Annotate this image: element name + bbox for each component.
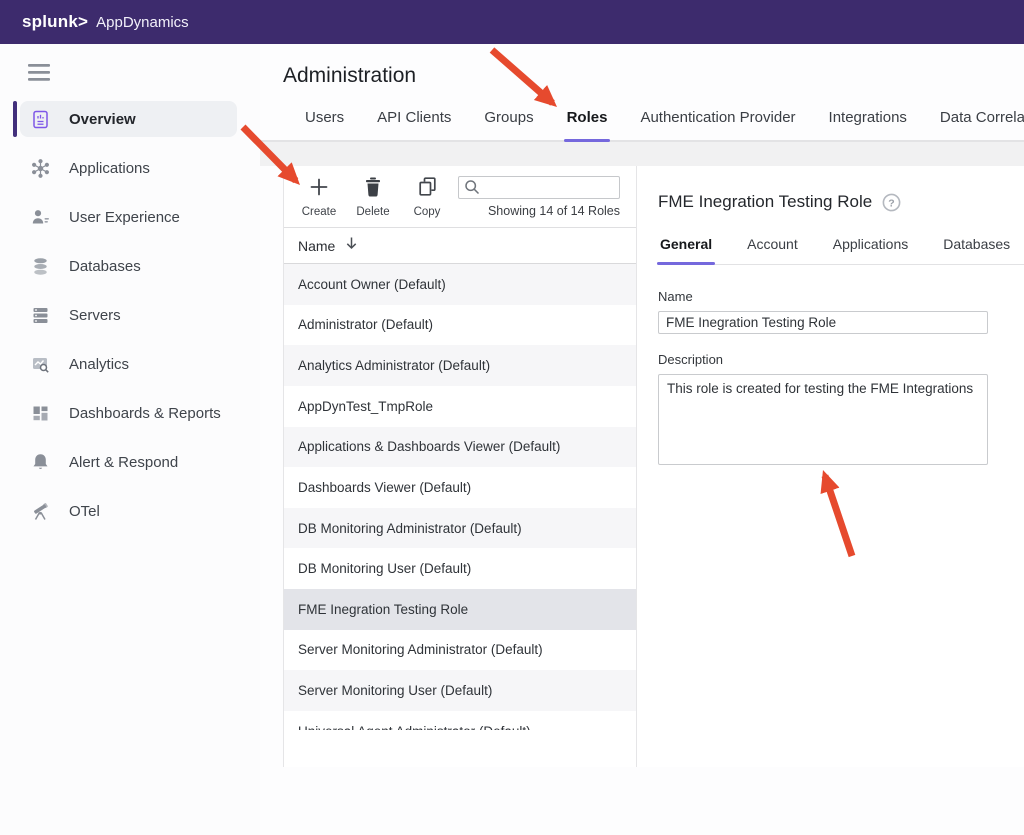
sidebar: Overview Applications User Experience Datab…: [0, 44, 260, 835]
role-row[interactable]: Account Owner (Default): [284, 264, 636, 305]
tab-integrations[interactable]: Integrations: [829, 109, 907, 140]
role-name-input[interactable]: [658, 311, 988, 334]
tab-users[interactable]: Users: [305, 109, 344, 140]
plus-icon: [308, 176, 330, 203]
delete-button-label: Delete: [356, 206, 389, 218]
role-row[interactable]: Server Monitoring Administrator (Default…: [284, 630, 636, 671]
appdynamics-logo-text: AppDynamics: [96, 14, 189, 31]
role-detail-title: FME Inegration Testing Role: [658, 192, 872, 212]
tab-authentication-provider[interactable]: Authentication Provider: [640, 109, 795, 140]
sidebar-item-databases[interactable]: Databases: [20, 248, 237, 284]
role-detail-panel: FME Inegration Testing Role ? General Acc…: [637, 166, 1024, 767]
copy-button[interactable]: Copy: [404, 176, 450, 227]
sidebar-item-label: Applications: [69, 160, 150, 177]
topbar: splunk> AppDynamics: [0, 0, 1024, 44]
dashboards-icon: [30, 403, 51, 424]
page-title: Administration: [283, 62, 1024, 90]
role-row[interactable]: DB Monitoring Administrator (Default): [284, 508, 636, 549]
role-row[interactable]: Server Monitoring User (Default): [284, 670, 636, 711]
admin-tabs: Users API Clients Groups Roles Authenticatio…: [260, 90, 1024, 142]
hamburger-menu-icon[interactable]: [28, 64, 50, 81]
role-row[interactable]: Analytics Administrator (Default): [284, 345, 636, 386]
sidebar-item-label: User Experience: [69, 209, 180, 226]
sidebar-item-label: Alert & Respond: [69, 454, 178, 471]
sort-descending-icon[interactable]: [344, 235, 359, 256]
alert-bell-icon: [30, 452, 51, 473]
role-row[interactable]: DB Monitoring User (Default): [284, 548, 636, 589]
admin-header: Administration: [260, 44, 1024, 90]
sidebar-item-user-experience[interactable]: User Experience: [20, 199, 237, 235]
detail-tab-general[interactable]: General: [660, 236, 712, 264]
sidebar-item-applications[interactable]: Applications: [20, 150, 237, 186]
role-description-textarea[interactable]: This role is created for testing the FME…: [658, 374, 988, 465]
delete-button[interactable]: Delete: [350, 176, 396, 227]
sidebar-item-servers[interactable]: Servers: [20, 297, 237, 333]
name-column-header[interactable]: Name: [284, 228, 636, 264]
otel-telescope-icon: [30, 501, 51, 522]
applications-icon: [30, 158, 51, 179]
roles-list: Account Owner (Default)Administrator (De…: [284, 264, 636, 730]
page: splunk> AppDynamics Overview Applications…: [0, 0, 1024, 835]
svg-text:?: ?: [888, 197, 894, 209]
analytics-icon: [30, 354, 51, 375]
create-button[interactable]: Create: [296, 176, 342, 227]
sidebar-item-label: Servers: [69, 307, 121, 324]
tab-roles[interactable]: Roles: [567, 109, 608, 140]
trash-icon: [363, 176, 383, 203]
databases-icon: [30, 256, 51, 277]
roles-count-text: Showing 14 of 14 Roles: [458, 204, 620, 218]
roles-list-panel: Create Delete Copy: [283, 166, 637, 767]
detail-tab-databases[interactable]: Databases: [943, 236, 1010, 264]
role-row[interactable]: AppDynTest_TmpRole: [284, 386, 636, 427]
roles-search-input[interactable]: [458, 176, 620, 199]
role-general-form: Name Description This role is created fo…: [658, 265, 988, 470]
create-button-label: Create: [302, 206, 337, 218]
role-detail-tabs: General Account Applications Databases: [658, 216, 1024, 265]
role-row[interactable]: Dashboards Viewer (Default): [284, 467, 636, 508]
user-experience-icon: [30, 207, 51, 228]
sidebar-item-label: Dashboards & Reports: [69, 405, 221, 422]
detail-tab-account[interactable]: Account: [747, 236, 798, 264]
overview-icon: [30, 109, 51, 130]
sidebar-item-label: Overview: [69, 111, 136, 128]
sidebar-item-label: OTel: [69, 503, 100, 520]
tab-api-clients[interactable]: API Clients: [377, 109, 451, 140]
role-row[interactable]: Administrator (Default): [284, 305, 636, 346]
copy-button-label: Copy: [414, 206, 441, 218]
description-field-label: Description: [658, 352, 988, 367]
roles-toolbar: Create Delete Copy: [284, 166, 636, 228]
sidebar-item-analytics[interactable]: Analytics: [20, 346, 237, 382]
role-row[interactable]: Applications & Dashboards Viewer (Defaul…: [284, 427, 636, 468]
name-field-label: Name: [658, 289, 988, 304]
role-row[interactable]: Universal Agent Administrator (Default): [284, 711, 636, 730]
help-question-icon[interactable]: ?: [882, 193, 901, 212]
search-icon: [464, 179, 480, 200]
detail-tab-applications[interactable]: Applications: [833, 236, 909, 264]
servers-icon: [30, 305, 51, 326]
tab-data-correlation[interactable]: Data Correlation: [940, 109, 1024, 140]
tab-groups[interactable]: Groups: [484, 109, 533, 140]
name-column-label: Name: [298, 238, 335, 254]
sidebar-item-dashboards-reports[interactable]: Dashboards & Reports: [20, 395, 237, 431]
sidebar-item-overview[interactable]: Overview: [20, 101, 237, 137]
sidebar-item-alert-respond[interactable]: Alert & Respond: [20, 444, 237, 480]
role-row[interactable]: FME Inegration Testing Role: [284, 589, 636, 630]
splunk-logo: splunk>: [22, 12, 88, 32]
copy-icon: [417, 176, 438, 203]
sidebar-item-label: Analytics: [69, 356, 129, 373]
sidebar-item-label: Databases: [69, 258, 141, 275]
sidebar-nav: Overview Applications User Experience Datab…: [0, 101, 260, 529]
sidebar-item-otel[interactable]: OTel: [20, 493, 237, 529]
main-area: Administration Users API Clients Groups Rol…: [260, 44, 1024, 835]
header-divider-band: [260, 142, 1024, 166]
